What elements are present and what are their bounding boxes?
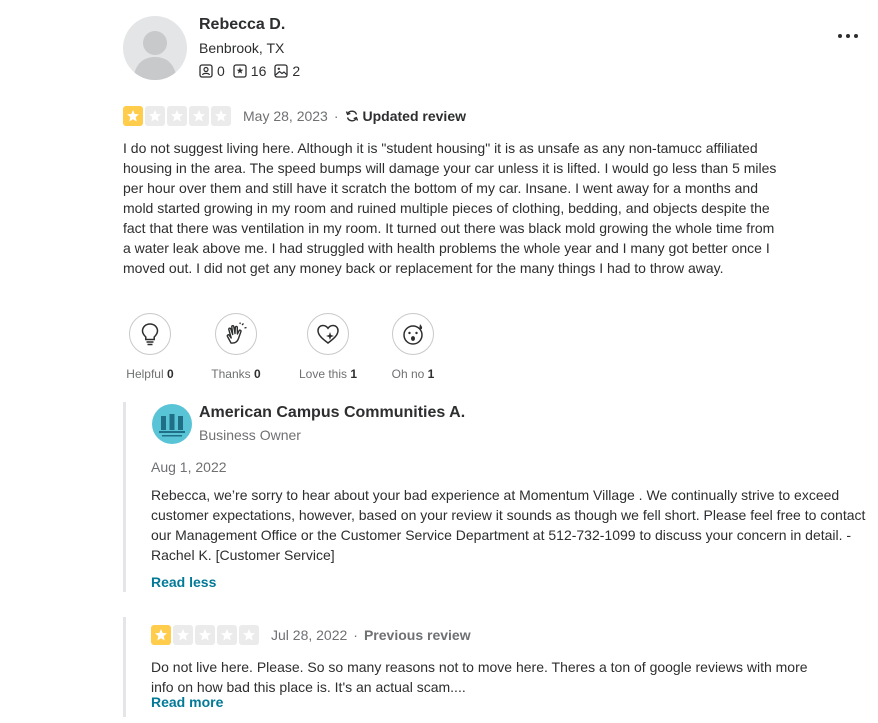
separator-dot: ·	[353, 627, 358, 643]
star-filled-icon	[123, 106, 143, 126]
reaction-love-this[interactable]: Love this 1	[297, 313, 359, 381]
reviewer-name[interactable]: Rebecca D.	[199, 16, 285, 34]
photos-stat: 2	[274, 63, 300, 79]
star-empty-icon	[189, 106, 209, 126]
friends-stat: 0	[199, 63, 225, 79]
default-user-icon	[133, 31, 177, 80]
reviewer-location: Benbrook, TX	[199, 40, 285, 56]
photo-icon	[274, 64, 289, 78]
business-role: Business Owner	[199, 427, 301, 443]
business-name[interactable]: American Campus Communities A.	[199, 404, 465, 422]
star-empty-icon	[173, 625, 193, 645]
previous-review-date: Jul 28, 2022	[271, 627, 348, 643]
read-less-link[interactable]: Read less	[151, 574, 216, 590]
reviews-count: 16	[250, 63, 267, 79]
helpful-label: Helpful 0	[126, 367, 174, 381]
reviewer-stats: 0 16 2	[199, 63, 308, 79]
friends-icon	[199, 64, 213, 78]
heart-sparkle-icon	[317, 324, 339, 344]
star-empty-icon	[217, 625, 237, 645]
star-empty-icon	[167, 106, 187, 126]
star-filled-icon	[151, 625, 171, 645]
previous-review-text: Do not live here. Please. So so many rea…	[151, 659, 808, 695]
reply-text: Rebecca, we’re sorry to hear about your …	[151, 487, 866, 563]
previous-review: Jul 28, 2022 · Previous review Do not li…	[123, 617, 868, 717]
previous-star-rating	[151, 625, 261, 645]
review-date: May 28, 2023	[243, 108, 328, 124]
business-logo[interactable]	[152, 404, 192, 444]
reaction-oh-no[interactable]: Oh no 1	[389, 313, 437, 381]
friends-count: 0	[217, 63, 225, 79]
reaction-helpful[interactable]: Helpful 0	[123, 313, 177, 381]
lightbulb-icon	[141, 323, 159, 346]
star-empty-icon	[145, 106, 165, 126]
love-this-button[interactable]	[307, 313, 349, 355]
more-options-button[interactable]	[836, 24, 860, 48]
thanks-label: Thanks 0	[211, 367, 261, 381]
clapping-hands-icon	[226, 322, 247, 344]
photos-count: 2	[292, 63, 301, 79]
refresh-icon	[345, 110, 358, 122]
owner-reply: American Campus Communities A. Business …	[123, 402, 868, 592]
shocked-face-icon	[403, 324, 423, 345]
business-logo-icon	[159, 414, 185, 437]
star-review-icon	[233, 64, 247, 78]
previous-rating-row: Jul 28, 2022 · Previous review	[151, 625, 471, 645]
star-empty-icon	[239, 625, 259, 645]
oh-no-label: Oh no 1	[391, 367, 435, 381]
review-text: I do not suggest living here. Although i…	[123, 140, 777, 276]
separator-dot: ·	[333, 108, 339, 124]
more-dots-icon	[838, 34, 858, 38]
star-empty-icon	[195, 625, 215, 645]
updated-review-label: Updated review	[362, 108, 466, 124]
thanks-button[interactable]	[215, 313, 257, 355]
star-empty-icon	[211, 106, 231, 126]
previous-review-label: Previous review	[363, 627, 471, 643]
reply-date: Aug 1, 2022	[151, 459, 227, 475]
review-star-rating	[123, 106, 233, 126]
oh-no-button[interactable]	[392, 313, 434, 355]
reviews-stat: 16	[233, 63, 267, 79]
love-this-label: Love this 1	[298, 367, 358, 381]
read-more-link[interactable]: Read more	[151, 694, 223, 710]
updated-review-indicator: Updated review	[345, 108, 466, 124]
helpful-button[interactable]	[129, 313, 171, 355]
review-rating-row: May 28, 2023 · Updated review	[123, 106, 466, 126]
reviewer-avatar[interactable]	[123, 16, 187, 80]
reaction-thanks[interactable]: Thanks 0	[209, 313, 263, 381]
reaction-bar: Helpful 0 Thanks 0 Love this 1 Oh no 1	[123, 313, 437, 381]
